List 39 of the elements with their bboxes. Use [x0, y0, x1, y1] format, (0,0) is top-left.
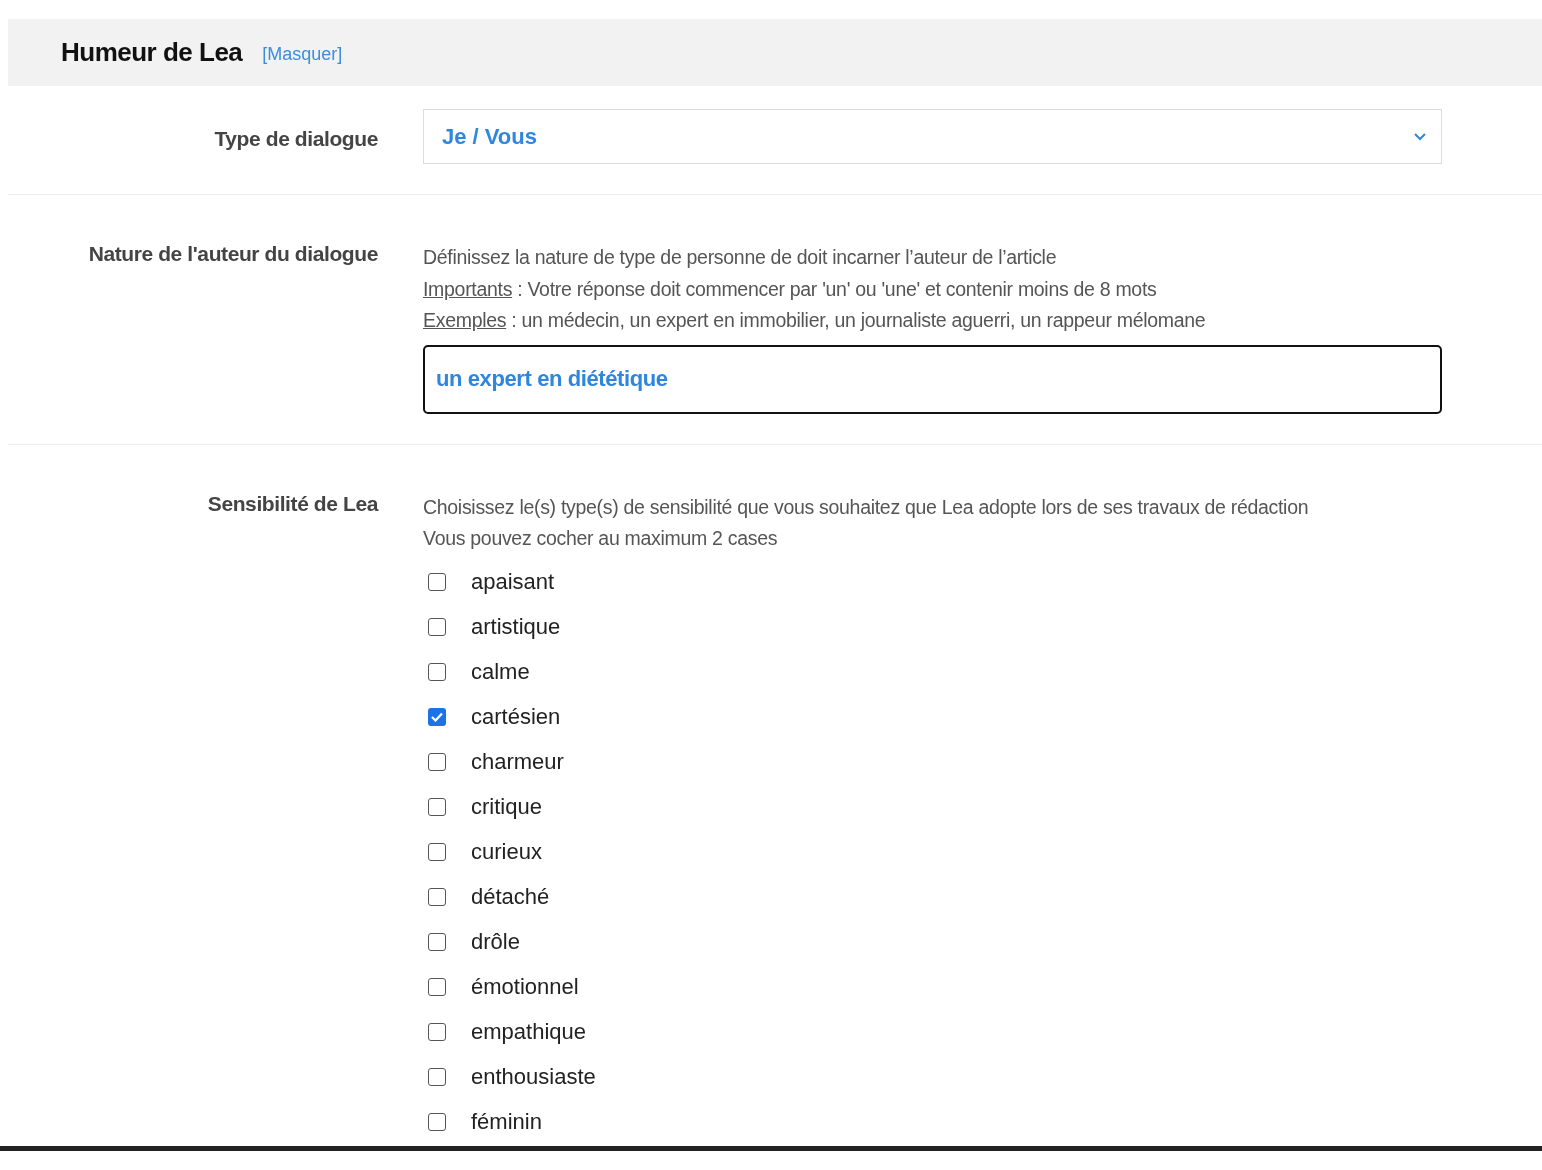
author-nature-input[interactable]: un expert en diététique [423, 344, 1442, 414]
checkbox[interactable] [428, 663, 446, 681]
field-label: Sensibilité de Lea [206, 491, 378, 517]
checkbox-label: apaisant [471, 569, 555, 595]
checkbox[interactable] [428, 618, 446, 636]
chevron-down-icon [1413, 132, 1427, 141]
checkbox-label: enthousiaste [471, 1064, 596, 1090]
checkbox-label: charmeur [471, 749, 564, 775]
field-label: Nature de l'auteur du dialogue [87, 242, 378, 267]
checkbox[interactable] [428, 753, 446, 771]
field-label: Type de dialogue [213, 126, 378, 152]
checkbox-label: féminin [471, 1109, 542, 1135]
checkbox-label: détaché [471, 884, 550, 910]
field-description: Définissez la nature de type de personne de doit incarner l’auteur de l’article [423, 245, 1058, 270]
checkbox[interactable] [428, 888, 446, 906]
checkbox-label: artistique [471, 614, 561, 640]
hide-link[interactable]: [Masquer] [262, 44, 343, 65]
checkbox-label: drôle [471, 929, 520, 955]
field-description: Choisissez le(s) type(s) de sensibilité que vous souhaitez que Lea adopte lors de ses travaux de rédaction [423, 494, 1310, 520]
dialogue-type-select[interactable]: Je / Vous [423, 109, 1442, 164]
checkbox-label: émotionnel [471, 974, 579, 1000]
field-hint: Vous pouvez cocher au maximum 2 cases [423, 526, 779, 551]
checkbox[interactable] [428, 1068, 446, 1086]
checkbox[interactable] [428, 843, 446, 861]
checkbox[interactable] [428, 798, 446, 816]
section-title: Humeur de Lea [61, 37, 243, 68]
checkbox[interactable] [428, 573, 446, 591]
checkbox[interactable] [428, 1113, 446, 1131]
checkbox[interactable] [428, 978, 446, 996]
checkbox-label: calme [471, 659, 530, 685]
field-note: Exemples : un médecin, un expert en immobilier, un journaliste aguerri, un rappeur mélomane [423, 308, 1207, 333]
checkbox[interactable] [428, 933, 446, 951]
checkbox-label: critique [471, 794, 542, 820]
checkbox-label: curieux [471, 839, 542, 865]
checkbox[interactable] [428, 1023, 446, 1041]
checkbox-label: empathique [471, 1019, 586, 1045]
checkbox[interactable] [428, 708, 446, 726]
checkbox-label: cartésien [471, 704, 561, 730]
field-note: Importants : Votre réponse doit commencer par 'un' ou 'une' et contenir moins de 8 mots [423, 276, 1158, 302]
